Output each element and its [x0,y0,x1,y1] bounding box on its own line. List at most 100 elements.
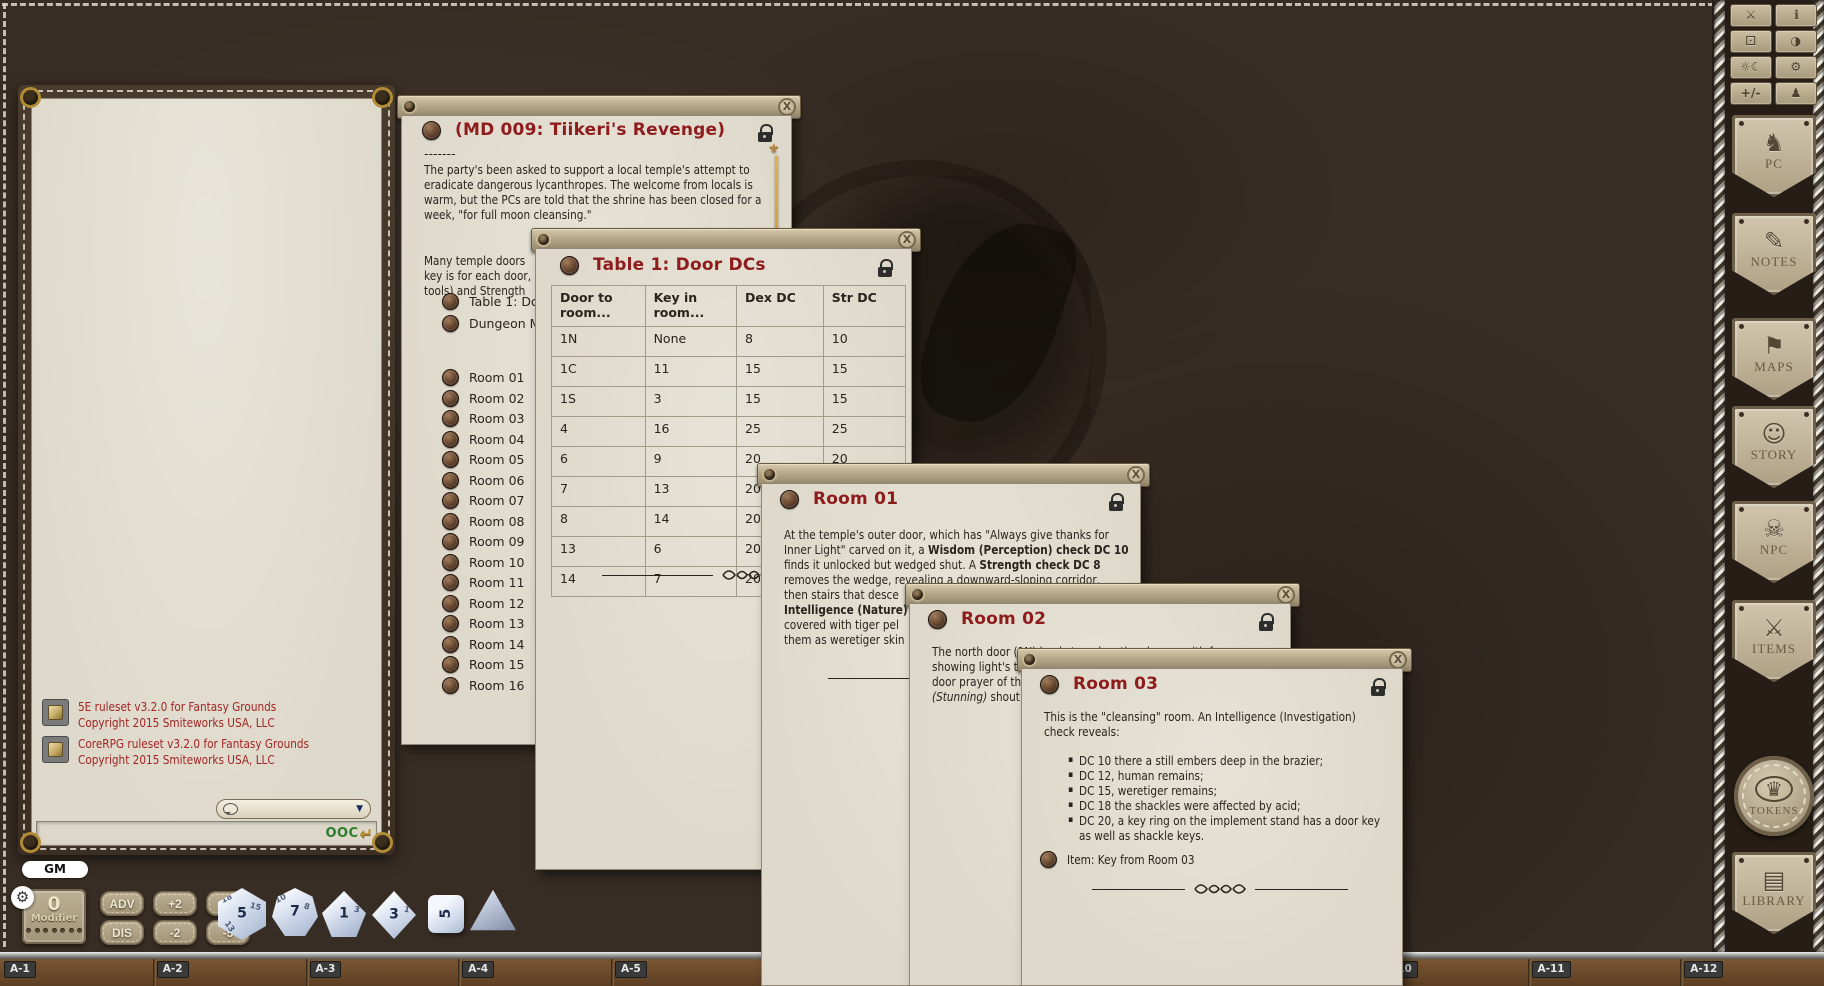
sidebar-item-notes[interactable]: ✎NOTES [1732,213,1816,295]
hotkey-slot[interactable]: A-3 [310,961,342,978]
room03-pin-icon[interactable] [1040,675,1059,694]
close-icon[interactable]: X [1277,586,1295,604]
room01-pin-icon[interactable] [780,490,799,509]
chat-mode-dropdown[interactable]: ▼ [216,799,371,819]
story-pin-icon[interactable] [422,121,441,140]
hotkey-slot[interactable]: A-1 [4,961,36,978]
link-pin-icon[interactable] [442,513,459,530]
palette-button[interactable]: ◑ [1775,30,1817,53]
link-pin-icon[interactable] [442,574,459,591]
roll-button-dis[interactable]: DIS [100,920,144,945]
sidebar-item-pc[interactable]: ♞PC [1732,115,1816,197]
gear-icon[interactable]: ⚙ [11,886,34,909]
link-pin-icon[interactable] [442,533,459,550]
lock-icon[interactable] [1371,678,1386,696]
die-button[interactable]: ⚀ [1730,30,1772,53]
d12-die[interactable]: 7108 [272,888,318,936]
hotkey-slot[interactable]: A-11 [1532,961,1571,978]
story-room-link[interactable]: Room 02 [442,390,524,407]
d8-die[interactable]: 321 [372,891,416,939]
link-pin-icon[interactable] [442,293,459,310]
table-column-header: Key in room... [645,286,736,327]
d4-die[interactable]: 24 [470,888,516,932]
story-room-link[interactable]: Room 04 [442,431,524,448]
roll-button-minus2[interactable]: -2 [153,920,197,945]
sidebar-item-maps[interactable]: ⚑MAPS [1732,318,1816,400]
sidebar-tool-grid: ⚔ℹ ⚀ ◑ ☼☾⚙+/-♟ [1730,4,1817,105]
table-row: 1S31515 [552,387,906,417]
story-room-link[interactable]: Room 06 [442,472,524,489]
close-icon[interactable]: X [1127,466,1145,484]
link-pin-icon[interactable] [442,472,459,489]
theater-masks-icon: ☺ [1761,422,1786,446]
item-link[interactable]: Item: Key from Room 03 [1040,851,1219,868]
link-pin-icon[interactable] [442,636,459,653]
story-room-link[interactable]: Room 03 [442,410,524,427]
link-pin-icon[interactable] [442,451,459,468]
lock-icon[interactable] [758,124,773,142]
sidebar-item-library[interactable]: ▤LIBRARY [1732,852,1816,934]
story-room-link[interactable]: Room 13 [442,615,524,632]
room02-pin-icon[interactable] [928,610,947,629]
hotkey-slot[interactable]: A-5 [615,961,647,978]
link-pin-icon[interactable] [442,656,459,673]
combat-swords-button[interactable]: ⚔ [1730,4,1772,27]
story-room-link[interactable]: Room 07 [442,492,524,509]
sidebar-item-label: MAPS [1754,359,1793,375]
story-room-link[interactable]: Room 14 [442,636,524,653]
story-room-link[interactable]: Room 08 [442,513,524,530]
figure-button[interactable]: ♟ [1775,82,1817,105]
story-room-link[interactable]: Room 05 [442,451,524,468]
sidebar-item-tokens[interactable]: ♛TOKENS [1734,756,1814,836]
link-pin-icon[interactable] [442,492,459,509]
story-room-link[interactable]: Room 11 [442,574,524,591]
link-pin-icon[interactable] [442,410,459,427]
sun-moon-button[interactable]: ☼☾ [1730,56,1772,79]
sidebar-item-npc[interactable]: ☠NPC [1732,501,1816,583]
lock-icon[interactable] [1259,613,1274,631]
table-cell: 15 [823,387,905,417]
close-icon[interactable]: X [898,231,916,249]
hotkey-slot[interactable]: A-12 [1684,961,1723,978]
die-icon: ⚀ [1746,32,1757,52]
lock-icon[interactable] [1109,493,1124,511]
palette-icon: ◑ [1791,32,1802,52]
table-pin-icon[interactable] [560,256,579,275]
link-pin-icon[interactable] [442,615,459,632]
story-room-link[interactable]: Room 15 [442,656,524,673]
section-divider [1092,881,1348,897]
story-room-link[interactable]: Room 01 [442,369,524,386]
table-cell: 6 [645,537,736,567]
hotkey-slot[interactable]: A-2 [157,961,189,978]
plus-minus-button[interactable]: +/- [1730,82,1772,105]
link-pin-icon[interactable] [442,677,459,694]
gear-button[interactable]: ⚙ [1775,56,1817,79]
item-pin-icon[interactable] [1040,851,1057,868]
text-line: 5E ruleset v3.2.0 for Fantasy Grounds [78,699,326,715]
hotkey-slot[interactable]: A-4 [462,961,494,978]
dice-cube-icon [42,736,69,763]
sidebar-item-story[interactable]: ☺STORY [1732,406,1816,488]
story-room-link[interactable]: Room 10 [442,554,524,571]
story-room-link[interactable]: Room 16 [442,677,524,694]
sidebar-item-items[interactable]: ⚔ITEMS [1732,600,1816,682]
link-pin-icon[interactable] [442,554,459,571]
lock-icon[interactable] [878,259,893,277]
story-room-link[interactable]: Room 09 [442,533,524,550]
d10-die[interactable]: 173 [322,891,366,937]
link-pin-icon[interactable] [442,595,459,612]
link-pin-icon[interactable] [442,431,459,448]
party-info-button[interactable]: ℹ [1775,4,1817,27]
link-pin-icon[interactable] [442,390,459,407]
room-link-label: Room 10 [469,555,524,570]
link-pin-icon[interactable] [442,369,459,386]
close-icon[interactable]: X [1389,651,1407,669]
sidebar: ⚔ℹ ⚀ ◑ ☼☾⚙+/-♟ ♞PC ✎NOTES ⚑MAPS☺STORY ☠NPC ⚔ITE… [1712,0,1824,952]
close-icon[interactable]: X [778,98,796,116]
roll-button-adv[interactable]: ADV [100,891,144,916]
roll-button-plus2[interactable]: +2 [153,891,197,916]
chat-input[interactable]: OOC ↵ [36,821,377,846]
d6-die[interactable]: 5 [428,895,464,933]
link-pin-icon[interactable] [442,315,459,332]
story-room-link[interactable]: Room 12 [442,595,524,612]
